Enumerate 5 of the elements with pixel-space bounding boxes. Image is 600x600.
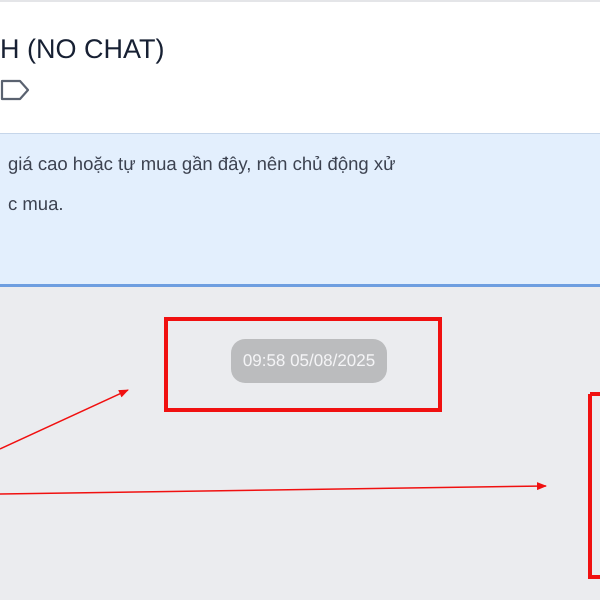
tag-icon[interactable] <box>0 79 30 101</box>
timestamp: 09:58 05/08/2025 <box>230 339 388 383</box>
conversation-title: H (NO CHAT) <box>0 33 166 66</box>
notice-text: c mua. <box>8 192 65 216</box>
notice-text: giá cao hoặc tự mua gần đây, nên chủ động xử <box>8 152 396 176</box>
